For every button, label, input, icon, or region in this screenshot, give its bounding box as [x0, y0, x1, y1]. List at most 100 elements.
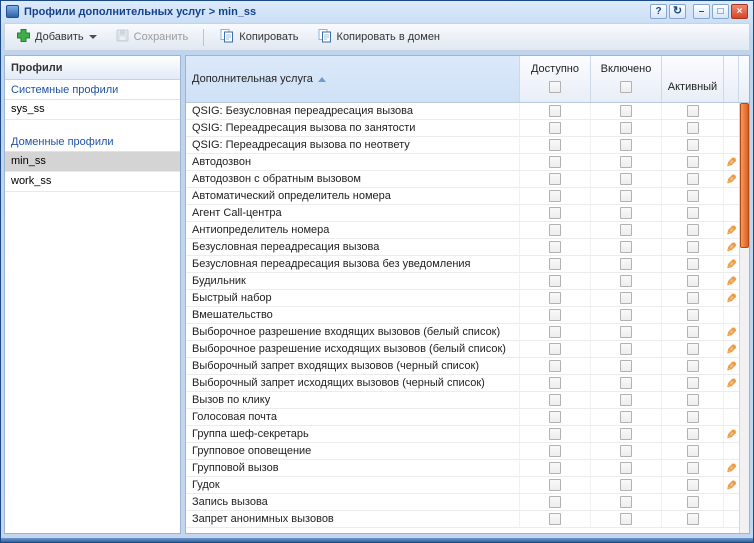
table-row[interactable]: Запись вызова	[186, 494, 739, 511]
table-row[interactable]: QSIG: Переадресация вызова по неответу	[186, 137, 739, 154]
edit-pencil-icon[interactable]: ✎	[726, 343, 737, 356]
enabled-checkbox[interactable]	[620, 122, 632, 134]
active-checkbox[interactable]	[687, 428, 699, 440]
edit-pencil-icon[interactable]: ✎	[726, 173, 737, 186]
active-checkbox[interactable]	[687, 462, 699, 474]
available-checkbox[interactable]	[549, 190, 561, 202]
column-header-service[interactable]: Дополнительная услуга	[186, 56, 520, 102]
active-checkbox[interactable]	[687, 173, 699, 185]
active-checkbox[interactable]	[687, 360, 699, 372]
table-row[interactable]: Выборочный запрет исходящих вызовов (чер…	[186, 375, 739, 392]
sidebar-item-min_ss[interactable]: min_ss	[5, 152, 180, 172]
available-checkbox[interactable]	[549, 462, 561, 474]
available-checkbox[interactable]	[549, 156, 561, 168]
enabled-header-checkbox[interactable]	[620, 81, 632, 93]
edit-pencil-icon[interactable]: ✎	[726, 241, 737, 254]
available-checkbox[interactable]	[549, 309, 561, 321]
enabled-checkbox[interactable]	[620, 496, 632, 508]
table-row[interactable]: QSIG: Переадресация вызова по занятости	[186, 120, 739, 137]
enabled-checkbox[interactable]	[620, 428, 632, 440]
table-row[interactable]: Будильник✎	[186, 273, 739, 290]
refresh-button[interactable]: ↻	[669, 4, 686, 19]
available-checkbox[interactable]	[549, 394, 561, 406]
active-checkbox[interactable]	[687, 377, 699, 389]
enabled-checkbox[interactable]	[620, 241, 632, 253]
minimize-button[interactable]: –	[693, 4, 710, 19]
enabled-checkbox[interactable]	[620, 411, 632, 423]
active-checkbox[interactable]	[687, 496, 699, 508]
edit-pencil-icon[interactable]: ✎	[726, 326, 737, 339]
copy-button[interactable]: Копировать	[212, 24, 305, 50]
table-row[interactable]: Вмешательство	[186, 307, 739, 324]
table-row[interactable]: Группа шеф-секретарь✎	[186, 426, 739, 443]
table-row[interactable]: Автодозвон✎	[186, 154, 739, 171]
column-header-available[interactable]: Доступно	[520, 56, 591, 102]
close-button[interactable]: ×	[731, 4, 748, 19]
table-row[interactable]: Безусловная переадресация вызова без уве…	[186, 256, 739, 273]
enabled-checkbox[interactable]	[620, 190, 632, 202]
table-row[interactable]: Выборочное разрешение входящих вызовов (…	[186, 324, 739, 341]
edit-pencil-icon[interactable]: ✎	[726, 156, 737, 169]
available-checkbox[interactable]	[549, 411, 561, 423]
table-row[interactable]: QSIG: Безусловная переадресация вызова	[186, 103, 739, 120]
edit-pencil-icon[interactable]: ✎	[726, 292, 737, 305]
active-checkbox[interactable]	[687, 190, 699, 202]
active-checkbox[interactable]	[687, 224, 699, 236]
active-checkbox[interactable]	[687, 105, 699, 117]
active-checkbox[interactable]	[687, 275, 699, 287]
table-row[interactable]: Автоматический определитель номера	[186, 188, 739, 205]
add-button[interactable]: Добавить	[9, 24, 104, 50]
table-row[interactable]: Антиопределитель номера✎	[186, 222, 739, 239]
table-row[interactable]: Голосовая почта	[186, 409, 739, 426]
active-checkbox[interactable]	[687, 207, 699, 219]
available-checkbox[interactable]	[549, 377, 561, 389]
active-checkbox[interactable]	[687, 343, 699, 355]
enabled-checkbox[interactable]	[620, 377, 632, 389]
edit-pencil-icon[interactable]: ✎	[726, 275, 737, 288]
enabled-checkbox[interactable]	[620, 156, 632, 168]
available-checkbox[interactable]	[549, 428, 561, 440]
active-checkbox[interactable]	[687, 139, 699, 151]
table-row[interactable]: Групповой вызов✎	[186, 460, 739, 477]
available-checkbox[interactable]	[549, 513, 561, 525]
enabled-checkbox[interactable]	[620, 394, 632, 406]
active-checkbox[interactable]	[687, 309, 699, 321]
edit-pencil-icon[interactable]: ✎	[726, 377, 737, 390]
available-checkbox[interactable]	[549, 139, 561, 151]
available-checkbox[interactable]	[549, 343, 561, 355]
edit-pencil-icon[interactable]: ✎	[726, 360, 737, 373]
active-checkbox[interactable]	[687, 479, 699, 491]
table-row[interactable]: Выборочное разрешение исходящих вызовов …	[186, 341, 739, 358]
enabled-checkbox[interactable]	[620, 462, 632, 474]
enabled-checkbox[interactable]	[620, 275, 632, 287]
available-header-checkbox[interactable]	[549, 81, 561, 93]
available-checkbox[interactable]	[549, 360, 561, 372]
column-header-enabled[interactable]: Включено	[591, 56, 662, 102]
enabled-checkbox[interactable]	[620, 173, 632, 185]
table-row[interactable]: Быстрый набор✎	[186, 290, 739, 307]
active-checkbox[interactable]	[687, 445, 699, 457]
active-checkbox[interactable]	[687, 513, 699, 525]
available-checkbox[interactable]	[549, 445, 561, 457]
edit-pencil-icon[interactable]: ✎	[726, 462, 737, 475]
available-checkbox[interactable]	[549, 122, 561, 134]
enabled-checkbox[interactable]	[620, 513, 632, 525]
enabled-checkbox[interactable]	[620, 207, 632, 219]
active-checkbox[interactable]	[687, 411, 699, 423]
copy-to-domain-button[interactable]: Копировать в домен	[310, 24, 447, 50]
available-checkbox[interactable]	[549, 326, 561, 338]
active-checkbox[interactable]	[687, 156, 699, 168]
available-checkbox[interactable]	[549, 241, 561, 253]
enabled-checkbox[interactable]	[620, 326, 632, 338]
edit-pencil-icon[interactable]: ✎	[726, 258, 737, 271]
save-button[interactable]: Сохранить	[108, 24, 196, 50]
active-checkbox[interactable]	[687, 258, 699, 270]
available-checkbox[interactable]	[549, 496, 561, 508]
help-button[interactable]: ?	[650, 4, 667, 19]
edit-pencil-icon[interactable]: ✎	[726, 428, 737, 441]
enabled-checkbox[interactable]	[620, 309, 632, 321]
active-checkbox[interactable]	[687, 292, 699, 304]
enabled-checkbox[interactable]	[620, 139, 632, 151]
table-row[interactable]: Групповое оповещение	[186, 443, 739, 460]
scrollbar-thumb[interactable]	[740, 103, 749, 248]
